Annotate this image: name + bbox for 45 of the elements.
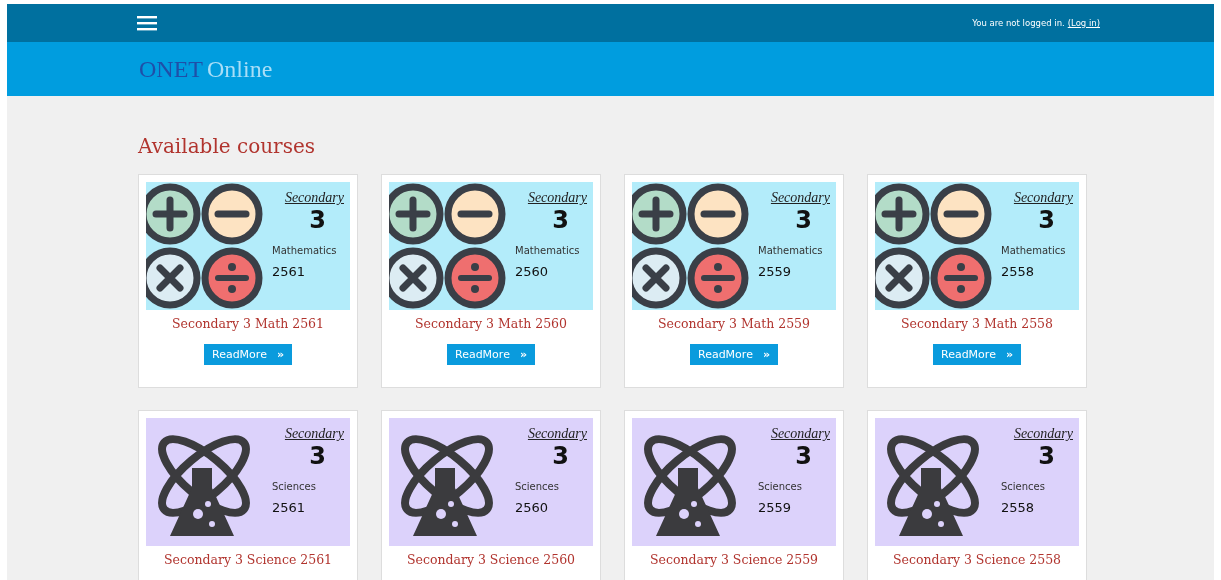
subject-label: Mathematics bbox=[515, 244, 581, 256]
page-heading: Available courses bbox=[138, 134, 316, 158]
year-label: 2558 bbox=[1001, 499, 1036, 515]
image-caption: Secondary bbox=[770, 426, 830, 442]
subject-label: Sciences bbox=[272, 480, 317, 492]
year-label: 2560 bbox=[515, 263, 550, 279]
course-title[interactable]: Secondary 3 Science 2559 bbox=[649, 552, 819, 567]
subject-label: Mathematics bbox=[272, 244, 338, 256]
subject-label: Mathematics bbox=[1001, 244, 1067, 256]
subject-label: Sciences bbox=[1001, 480, 1046, 492]
course-title[interactable]: Secondary 3 Science 2558 bbox=[892, 552, 1062, 567]
year-label: 2558 bbox=[1001, 263, 1036, 279]
level-number: 3 bbox=[1038, 206, 1055, 235]
image-caption: Secondary bbox=[284, 190, 344, 206]
level-number: 3 bbox=[795, 442, 812, 471]
logo-subtext: Online bbox=[207, 55, 273, 83]
course-title[interactable]: Secondary 3 Science 2560 bbox=[406, 552, 576, 567]
level-number: 3 bbox=[795, 206, 812, 235]
image-caption: Secondary bbox=[527, 426, 587, 442]
login-link[interactable]: (Log in) bbox=[1067, 18, 1100, 28]
image-caption: Secondary bbox=[770, 190, 830, 206]
subject-label: Mathematics bbox=[758, 244, 824, 256]
level-number: 3 bbox=[552, 206, 569, 235]
level-number: 3 bbox=[309, 206, 326, 235]
login-status: You are not logged in. bbox=[972, 18, 1065, 28]
subject-label: Sciences bbox=[515, 480, 560, 492]
image-caption: Secondary bbox=[1013, 426, 1073, 442]
level-number: 3 bbox=[1038, 442, 1055, 471]
level-number: 3 bbox=[309, 442, 326, 471]
menu-icon[interactable] bbox=[137, 15, 157, 31]
course-title[interactable]: Secondary 3 Math 2558 bbox=[900, 316, 1053, 331]
year-label: 2559 bbox=[758, 499, 793, 515]
course-title[interactable]: Secondary 3 Math 2560 bbox=[414, 316, 567, 331]
course-title[interactable]: Secondary 3 Science 2561 bbox=[163, 552, 333, 567]
level-number: 3 bbox=[552, 442, 569, 471]
course-title[interactable]: Secondary 3 Math 2559 bbox=[657, 316, 810, 331]
subject-label: Sciences bbox=[758, 480, 803, 492]
image-caption: Secondary bbox=[1013, 190, 1073, 206]
year-label: 2561 bbox=[272, 263, 307, 279]
year-label: 2560 bbox=[515, 499, 550, 515]
image-caption: Secondary bbox=[284, 426, 344, 442]
course-title[interactable]: Secondary 3 Math 2561 bbox=[171, 316, 324, 331]
year-label: 2559 bbox=[758, 263, 793, 279]
year-label: 2561 bbox=[272, 499, 307, 515]
image-caption: Secondary bbox=[527, 190, 587, 206]
